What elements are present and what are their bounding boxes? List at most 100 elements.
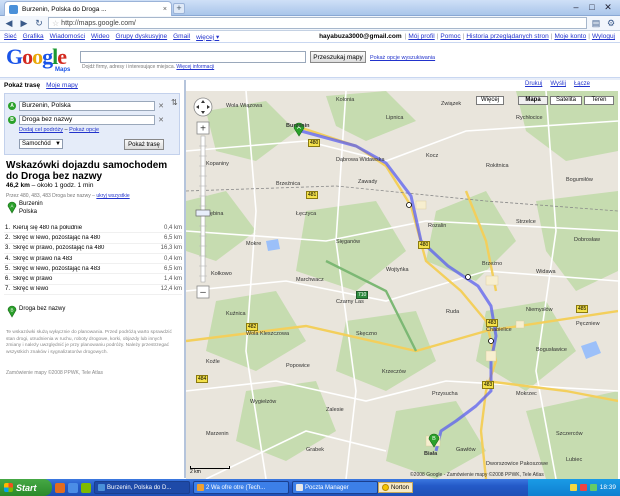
- start-marker-icon[interactable]: A: [7, 200, 17, 214]
- place-label: Brzeźnica: [276, 181, 301, 187]
- forward-icon[interactable]: ▶: [18, 18, 30, 29]
- list-item[interactable]: 3. Skręć w prawo, pozostając na 480 16,3 k…: [4, 244, 182, 254]
- gbar-link-images[interactable]: Grafika: [23, 33, 44, 40]
- list-item[interactable]: 2. Skręć w lewo, pozostając na 480 6,5 km: [4, 233, 182, 244]
- browser-toolbar: ◀ ▶ ↻ ☆ http://maps.google.com/ ▤ ⚙: [0, 16, 620, 31]
- windows-logo-icon: [4, 483, 13, 492]
- page-menu-icon[interactable]: ▤: [590, 18, 602, 29]
- end-location: Droga bez nazwy: [19, 306, 66, 312]
- add-destination-link[interactable]: Dodaj cel podróży: [19, 127, 63, 133]
- remove-icon[interactable]: ✕: [158, 116, 164, 124]
- list-item[interactable]: 4. Skręć w prawo na 483 0,4 km: [4, 254, 182, 265]
- show-route-button[interactable]: Pokaż trasę: [124, 139, 164, 150]
- maps-logo-subtitle: Maps: [55, 67, 71, 73]
- swap-icon[interactable]: ⇅: [171, 98, 178, 107]
- route-via-note: Przez 480, 483, 483 Droga bez nazwy – uk…: [6, 193, 130, 199]
- hide-all-link[interactable]: ukryj wszystkie: [96, 193, 129, 199]
- quicklaunch-ie-icon[interactable]: [68, 482, 78, 493]
- tray-icon[interactable]: [569, 484, 577, 491]
- more-button[interactable]: Więcej: [476, 96, 504, 105]
- list-item[interactable]: 6. Skręć w prawo 1,4 km: [4, 274, 182, 285]
- map-canvas[interactable]: A B Wola Wiązowa Kolonia Związek Lipnica…: [186, 91, 618, 479]
- search-hint: Dojdź firmy, adresy i interesujące miejs…: [82, 64, 215, 70]
- place-label: Zawady: [358, 179, 378, 185]
- gbar-link-video[interactable]: Wideo: [91, 33, 109, 40]
- search-maps-button[interactable]: Przeszukaj mapy: [310, 51, 366, 63]
- list-item[interactable]: 5. Skręć w lewo, pozostając na 483 6,5 km: [4, 264, 182, 275]
- place-label: Niemysłów: [526, 307, 553, 313]
- tray-icon[interactable]: [579, 484, 587, 491]
- map-scale: 2 km: [190, 466, 230, 475]
- taskbar-item-maps[interactable]: Burzenin, Polska do D...: [94, 481, 190, 494]
- taskbar-item-window[interactable]: 2 Wa ofre otre (Tech...: [193, 481, 289, 494]
- profile-link[interactable]: Mój profil: [408, 33, 434, 40]
- show-options-link[interactable]: Pokaż opcje: [69, 127, 99, 133]
- quicklaunch-icon[interactable]: [81, 482, 91, 493]
- wrench-icon[interactable]: ⚙: [605, 18, 617, 29]
- account-link[interactable]: Moje konto: [554, 33, 586, 40]
- panel-copyright: Zamówienie mapy ©2008 PPWK, Tele Atlas: [6, 370, 103, 376]
- gbar-link-news[interactable]: Wiadomości: [50, 33, 85, 40]
- road-shield: 484: [196, 375, 209, 383]
- place-label: Związek: [441, 101, 462, 107]
- travel-mode-select[interactable]: Samochód ▼: [19, 139, 63, 149]
- logout-link[interactable]: Wyloguj: [592, 33, 615, 40]
- send-link[interactable]: Wyślij: [550, 81, 566, 87]
- help-link[interactable]: Pomoc: [440, 33, 460, 40]
- list-item[interactable]: 1. Kieruj się 480 na południe 0,4 km: [4, 223, 182, 234]
- tray-icon[interactable]: [589, 484, 597, 491]
- remove-icon[interactable]: ✕: [158, 102, 164, 110]
- map-type-terrain-button[interactable]: Teren: [584, 96, 614, 105]
- gbar-link-groups[interactable]: Grupy dyskusyjne: [115, 33, 167, 40]
- gbar-link-more[interactable]: więcej ▾: [196, 33, 219, 41]
- quicklaunch-firefox-icon[interactable]: [55, 482, 65, 493]
- start-button[interactable]: Start: [0, 479, 52, 496]
- to-input[interactable]: Droga bez nazwy: [19, 115, 156, 125]
- print-link[interactable]: Drukuj: [525, 81, 542, 87]
- search-options-link[interactable]: Pokaż opcje wyszukiwania: [370, 55, 435, 61]
- maximize-icon[interactable]: □: [584, 1, 600, 14]
- clock: 18:39: [599, 484, 616, 491]
- place-label: Kuźnica: [226, 311, 246, 317]
- road-shield: 482: [246, 323, 259, 331]
- address-bar[interactable]: ☆ http://maps.google.com/: [48, 17, 587, 29]
- place-label: Bogumiłów: [566, 177, 593, 183]
- history-link[interactable]: Historia przeglądanych stron: [466, 33, 548, 40]
- star-icon[interactable]: ☆: [52, 19, 59, 28]
- minimize-icon[interactable]: –: [568, 1, 584, 14]
- road-shield: 480: [308, 139, 321, 147]
- directions-title: Wskazówki dojazdu samochodem do Droga be…: [6, 160, 168, 182]
- place-label: Kocz: [426, 153, 439, 159]
- tab-my-maps[interactable]: Moje mapy: [46, 82, 78, 89]
- road-shield: 483: [486, 319, 499, 327]
- browser-tab[interactable]: Burzenin, Polska do Droga ... ×: [4, 1, 172, 16]
- svg-text:+: +: [200, 124, 206, 135]
- map-type-map-button[interactable]: Mapa: [518, 96, 548, 105]
- place-label: Łęczyca: [296, 211, 317, 217]
- taskbar-item-mail[interactable]: Poczta Manager: [292, 481, 378, 494]
- more-info-link[interactable]: Więcej informacji: [176, 64, 214, 70]
- gbar-link-gmail[interactable]: Gmail: [173, 33, 190, 40]
- end-marker-icon[interactable]: B: [7, 304, 17, 318]
- link-link[interactable]: Łącze: [574, 81, 590, 87]
- back-icon[interactable]: ◀: [3, 18, 15, 29]
- map-type-satellite-button[interactable]: Satelita: [550, 96, 582, 105]
- zoom-control[interactable]: + –: [192, 96, 214, 306]
- place-label: Lipnica: [386, 115, 404, 121]
- svg-text:–: –: [200, 287, 206, 298]
- new-tab-button[interactable]: +: [173, 3, 185, 14]
- place-label: Zalesie: [326, 407, 344, 413]
- place-label: Rozalin: [428, 223, 447, 229]
- gbar-link-web[interactable]: Sieć: [4, 33, 17, 40]
- place-label: Gawłów: [456, 447, 476, 453]
- close-tab-icon[interactable]: ×: [163, 6, 167, 13]
- place-label: Skęczno: [356, 331, 378, 337]
- close-window-icon[interactable]: ✕: [600, 1, 616, 14]
- from-input[interactable]: Burzenin, Polska: [19, 101, 156, 111]
- search-input[interactable]: [80, 51, 306, 63]
- tab-directions[interactable]: Pokaż trasę: [4, 82, 40, 89]
- panel-tabs: Pokaż trasę Moje mapy: [4, 82, 78, 89]
- list-item[interactable]: 7. Skręć w lewo 12,4 km: [4, 285, 182, 296]
- reload-icon[interactable]: ↻: [33, 18, 45, 29]
- norton-button[interactable]: Norton: [378, 482, 414, 493]
